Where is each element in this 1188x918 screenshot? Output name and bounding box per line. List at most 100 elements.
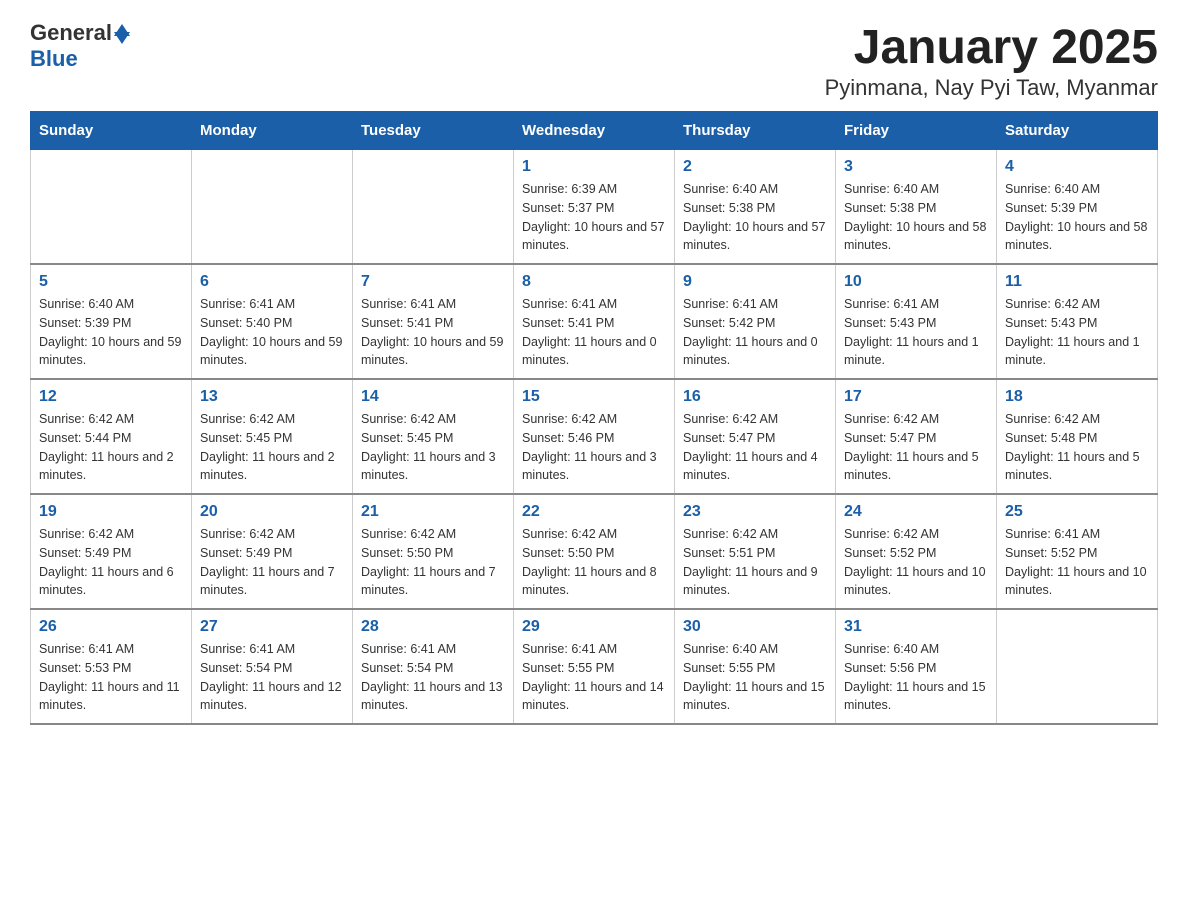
calendar-cell: 5Sunrise: 6:40 AM Sunset: 5:39 PM Daylig…: [31, 264, 192, 379]
calendar-cell: 13 Sunrise: 6:42 AM Sunset: 5:45 PM Dayli…: [192, 379, 353, 494]
day-number: 11: [1005, 273, 1149, 291]
day-info: Sunrise: 6:42 AM Sunset: 5:46 PM Dayligh…: [522, 410, 666, 485]
day-info: Sunrise: 6:42 AM Sunset: 5:45 PM Dayligh…: [361, 410, 505, 485]
day-number: 26: [39, 618, 183, 636]
day-number: 19: [39, 503, 183, 521]
day-number: 7: [361, 273, 505, 291]
day-number: 22: [522, 503, 666, 521]
day-info: Sunrise: 6:39 AM Sunset: 5:37 PM Dayligh…: [522, 180, 666, 255]
calendar-week-row: 5Sunrise: 6:40 AM Sunset: 5:39 PM Daylig…: [31, 264, 1158, 379]
calendar-day-header: Monday: [192, 112, 353, 150]
day-number: 16: [683, 388, 827, 406]
day-number: 24: [844, 503, 988, 521]
day-info: Sunrise: 6:42 AM Sunset: 5:50 PM Dayligh…: [361, 525, 505, 600]
calendar-cell: 25 Sunrise: 6:41 AM Sunset: 5:52 PM Dayli…: [997, 494, 1158, 609]
day-number: 13: [200, 388, 344, 406]
day-info: Sunrise: 6:41 AM Sunset: 5:55 PM Dayligh…: [522, 640, 666, 715]
calendar-cell: 1 Sunrise: 6:39 AM Sunset: 5:37 PM Daylig…: [514, 150, 675, 265]
calendar-cell: 31Sunrise: 6:40 AM Sunset: 5:56 PM Dayli…: [836, 609, 997, 724]
day-info: Sunrise: 6:42 AM Sunset: 5:52 PM Dayligh…: [844, 525, 988, 600]
day-info: Sunrise: 6:41 AM Sunset: 5:54 PM Dayligh…: [200, 640, 344, 715]
calendar-cell: 3 Sunrise: 6:40 AM Sunset: 5:38 PM Daylig…: [836, 150, 997, 265]
day-number: 17: [844, 388, 988, 406]
day-info: Sunrise: 6:41 AM Sunset: 5:43 PM Dayligh…: [844, 295, 988, 370]
calendar-cell: 7 Sunrise: 6:41 AM Sunset: 5:41 PM Daylig…: [353, 264, 514, 379]
calendar-day-header: Sunday: [31, 112, 192, 150]
logo: General Blue: [30, 20, 130, 72]
calendar-cell: 8 Sunrise: 6:41 AM Sunset: 5:41 PM Daylig…: [514, 264, 675, 379]
calendar-header-row: SundayMondayTuesdayWednesdayThursdayFrid…: [31, 112, 1158, 150]
day-info: Sunrise: 6:41 AM Sunset: 5:53 PM Dayligh…: [39, 640, 183, 715]
day-number: 6: [200, 273, 344, 291]
day-number: 5: [39, 273, 183, 291]
calendar-cell: 18 Sunrise: 6:42 AM Sunset: 5:48 PM Dayli…: [997, 379, 1158, 494]
day-info: Sunrise: 6:41 AM Sunset: 5:41 PM Dayligh…: [522, 295, 666, 370]
page-header: General Blue January 2025 Pyinmana, Nay …: [30, 20, 1158, 101]
day-info: Sunrise: 6:40 AM Sunset: 5:38 PM Dayligh…: [844, 180, 988, 255]
calendar-cell: 19 Sunrise: 6:42 AM Sunset: 5:49 PM Dayli…: [31, 494, 192, 609]
day-number: 25: [1005, 503, 1149, 521]
calendar-cell: 23Sunrise: 6:42 AM Sunset: 5:51 PM Dayli…: [675, 494, 836, 609]
day-info: Sunrise: 6:42 AM Sunset: 5:43 PM Dayligh…: [1005, 295, 1149, 370]
day-info: Sunrise: 6:41 AM Sunset: 5:41 PM Dayligh…: [361, 295, 505, 370]
calendar-day-header: Thursday: [675, 112, 836, 150]
day-number: 21: [361, 503, 505, 521]
day-number: 2: [683, 158, 827, 176]
day-info: Sunrise: 6:42 AM Sunset: 5:47 PM Dayligh…: [683, 410, 827, 485]
calendar-day-header: Tuesday: [353, 112, 514, 150]
calendar-cell: 26 Sunrise: 6:41 AM Sunset: 5:53 PM Dayli…: [31, 609, 192, 724]
day-info: Sunrise: 6:40 AM Sunset: 5:38 PM Dayligh…: [683, 180, 827, 255]
calendar-week-row: 12Sunrise: 6:42 AM Sunset: 5:44 PM Dayli…: [31, 379, 1158, 494]
day-info: Sunrise: 6:42 AM Sunset: 5:48 PM Dayligh…: [1005, 410, 1149, 485]
calendar-cell: 27 Sunrise: 6:41 AM Sunset: 5:54 PM Dayli…: [192, 609, 353, 724]
title-block: January 2025 Pyinmana, Nay Pyi Taw, Myan…: [825, 20, 1158, 101]
calendar-cell: 11 Sunrise: 6:42 AM Sunset: 5:43 PM Dayli…: [997, 264, 1158, 379]
day-info: Sunrise: 6:41 AM Sunset: 5:40 PM Dayligh…: [200, 295, 344, 370]
calendar-cell: 9Sunrise: 6:41 AM Sunset: 5:42 PM Daylig…: [675, 264, 836, 379]
calendar-cell: 17 Sunrise: 6:42 AM Sunset: 5:47 PM Dayli…: [836, 379, 997, 494]
day-number: 3: [844, 158, 988, 176]
day-number: 30: [683, 618, 827, 636]
day-number: 8: [522, 273, 666, 291]
day-info: Sunrise: 6:40 AM Sunset: 5:55 PM Dayligh…: [683, 640, 827, 715]
day-number: 23: [683, 503, 827, 521]
calendar-day-header: Wednesday: [514, 112, 675, 150]
day-info: Sunrise: 6:41 AM Sunset: 5:42 PM Dayligh…: [683, 295, 827, 370]
calendar-cell: 28Sunrise: 6:41 AM Sunset: 5:54 PM Dayli…: [353, 609, 514, 724]
logo-general-text: General: [30, 20, 112, 46]
calendar-cell: 24 Sunrise: 6:42 AM Sunset: 5:52 PM Dayli…: [836, 494, 997, 609]
calendar-cell: 10Sunrise: 6:41 AM Sunset: 5:43 PM Dayli…: [836, 264, 997, 379]
calendar-week-row: 26 Sunrise: 6:41 AM Sunset: 5:53 PM Dayli…: [31, 609, 1158, 724]
calendar-cell: 6 Sunrise: 6:41 AM Sunset: 5:40 PM Daylig…: [192, 264, 353, 379]
day-number: 18: [1005, 388, 1149, 406]
calendar-table: SundayMondayTuesdayWednesdayThursdayFrid…: [30, 111, 1158, 725]
calendar-cell: 12Sunrise: 6:42 AM Sunset: 5:44 PM Dayli…: [31, 379, 192, 494]
day-number: 14: [361, 388, 505, 406]
day-info: Sunrise: 6:42 AM Sunset: 5:49 PM Dayligh…: [200, 525, 344, 600]
day-info: Sunrise: 6:40 AM Sunset: 5:39 PM Dayligh…: [1005, 180, 1149, 255]
day-number: 31: [844, 618, 988, 636]
day-info: Sunrise: 6:42 AM Sunset: 5:47 PM Dayligh…: [844, 410, 988, 485]
day-number: 15: [522, 388, 666, 406]
calendar-cell: 4Sunrise: 6:40 AM Sunset: 5:39 PM Daylig…: [997, 150, 1158, 265]
day-info: Sunrise: 6:42 AM Sunset: 5:45 PM Dayligh…: [200, 410, 344, 485]
day-info: Sunrise: 6:41 AM Sunset: 5:52 PM Dayligh…: [1005, 525, 1149, 600]
day-number: 27: [200, 618, 344, 636]
day-number: 1: [522, 158, 666, 176]
calendar-week-row: 1 Sunrise: 6:39 AM Sunset: 5:37 PM Daylig…: [31, 150, 1158, 265]
day-info: Sunrise: 6:42 AM Sunset: 5:50 PM Dayligh…: [522, 525, 666, 600]
calendar-day-header: Saturday: [997, 112, 1158, 150]
calendar-cell: 30 Sunrise: 6:40 AM Sunset: 5:55 PM Dayli…: [675, 609, 836, 724]
calendar-cell: [997, 609, 1158, 724]
day-number: 20: [200, 503, 344, 521]
day-info: Sunrise: 6:41 AM Sunset: 5:54 PM Dayligh…: [361, 640, 505, 715]
calendar-cell: 21 Sunrise: 6:42 AM Sunset: 5:50 PM Dayli…: [353, 494, 514, 609]
calendar-cell: 20 Sunrise: 6:42 AM Sunset: 5:49 PM Dayli…: [192, 494, 353, 609]
calendar-cell: 22 Sunrise: 6:42 AM Sunset: 5:50 PM Dayli…: [514, 494, 675, 609]
logo-blue-text: Blue: [30, 46, 78, 72]
day-number: 29: [522, 618, 666, 636]
day-info: Sunrise: 6:42 AM Sunset: 5:49 PM Dayligh…: [39, 525, 183, 600]
calendar-week-row: 19 Sunrise: 6:42 AM Sunset: 5:49 PM Dayli…: [31, 494, 1158, 609]
calendar-cell: 2 Sunrise: 6:40 AM Sunset: 5:38 PM Daylig…: [675, 150, 836, 265]
day-info: Sunrise: 6:42 AM Sunset: 5:44 PM Dayligh…: [39, 410, 183, 485]
